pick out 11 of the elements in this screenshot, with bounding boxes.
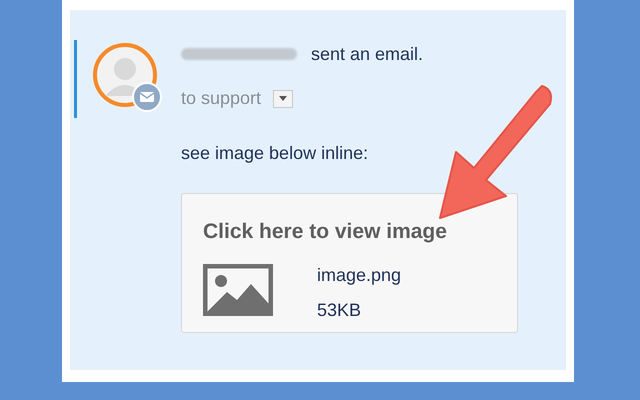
caret-icon bbox=[279, 96, 288, 101]
attachment-card[interactable]: Click here to view image image.png 53KB bbox=[181, 193, 518, 333]
recipient-text: to support bbox=[181, 87, 262, 110]
envelope-icon bbox=[132, 82, 162, 112]
file-size: 53KB bbox=[317, 298, 362, 322]
image-icon bbox=[203, 264, 273, 316]
dropdown-button[interactable] bbox=[273, 90, 294, 108]
attachment-title: Click here to view image bbox=[203, 219, 448, 245]
body-text: see image below inline: bbox=[181, 142, 370, 165]
action-text: sent an email. bbox=[311, 42, 424, 66]
file-name: image.png bbox=[317, 264, 402, 287]
